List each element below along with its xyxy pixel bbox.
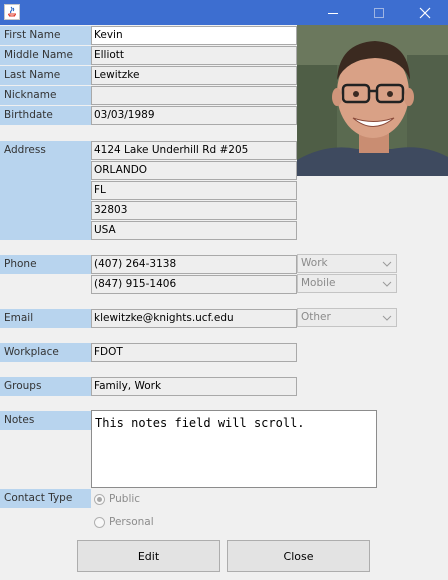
radio-selected-icon [94,493,105,505]
address-country-field[interactable]: USA [91,221,297,240]
chevron-down-icon [382,281,392,287]
phone-type-select-1[interactable]: Work [297,254,397,273]
birthdate-field[interactable]: 03/03/1989 [91,106,297,125]
phone-field-1[interactable]: (407) 264-3138 [91,255,297,274]
radio-personal[interactable]: Personal [94,513,154,531]
first-name-field[interactable]: Kevin [91,26,297,45]
radio-personal-label: Personal [109,516,154,528]
last-name-label: Last Name [0,66,91,85]
address-street-field[interactable]: 4124 Lake Underhill Rd #205 [91,141,297,160]
phone-type-value-1: Work [301,257,328,269]
radio-public[interactable]: Public [94,490,140,508]
radio-unselected-icon [94,516,105,528]
notes-label: Notes [0,411,91,430]
close-window-button[interactable] [402,0,448,25]
phone-field-2[interactable]: (847) 915-1406 [91,275,297,294]
middle-name-label: Middle Name [0,46,91,65]
email-field[interactable]: klewitzke@knights.ucf.edu [91,309,297,328]
chevron-down-icon [382,315,392,321]
address-label: Address [0,141,91,240]
edit-button[interactable]: Edit [77,540,220,572]
email-label: Email [0,309,91,328]
nickname-field[interactable] [91,86,297,105]
email-type-select[interactable]: Other [297,308,397,327]
birthdate-label: Birthdate [0,106,91,125]
middle-name-field[interactable]: Elliott [91,46,297,65]
close-icon [419,7,431,18]
nickname-label: Nickname [0,86,91,105]
first-name-label: First Name [0,26,91,45]
title-bar [0,0,448,25]
phone-type-value-2: Mobile [301,277,336,289]
maximize-icon [374,7,384,18]
maximize-button[interactable] [356,0,402,25]
java-icon [4,4,20,20]
phone-label: Phone [0,255,91,274]
phone-type-select-2[interactable]: Mobile [297,274,397,293]
address-state-field[interactable]: FL [91,181,297,200]
notes-textarea[interactable]: This notes field will scroll. [91,410,377,488]
close-button[interactable]: Close [227,540,370,572]
minimize-icon [328,12,338,14]
chevron-down-icon [382,261,392,267]
address-zip-field[interactable]: 32803 [91,201,297,220]
groups-label: Groups [0,377,91,396]
last-name-field[interactable]: Lewitzke [91,66,297,85]
email-type-value: Other [301,311,331,323]
contact-type-label: Contact Type [0,489,91,508]
groups-field[interactable]: Family, Work [91,377,297,396]
contact-photo [297,25,448,176]
radio-public-label: Public [109,493,141,505]
workplace-field[interactable]: FDOT [91,343,297,362]
address-city-field[interactable]: ORLANDO [91,161,297,180]
workplace-label: Workplace [0,343,91,362]
minimize-button[interactable] [310,0,356,25]
